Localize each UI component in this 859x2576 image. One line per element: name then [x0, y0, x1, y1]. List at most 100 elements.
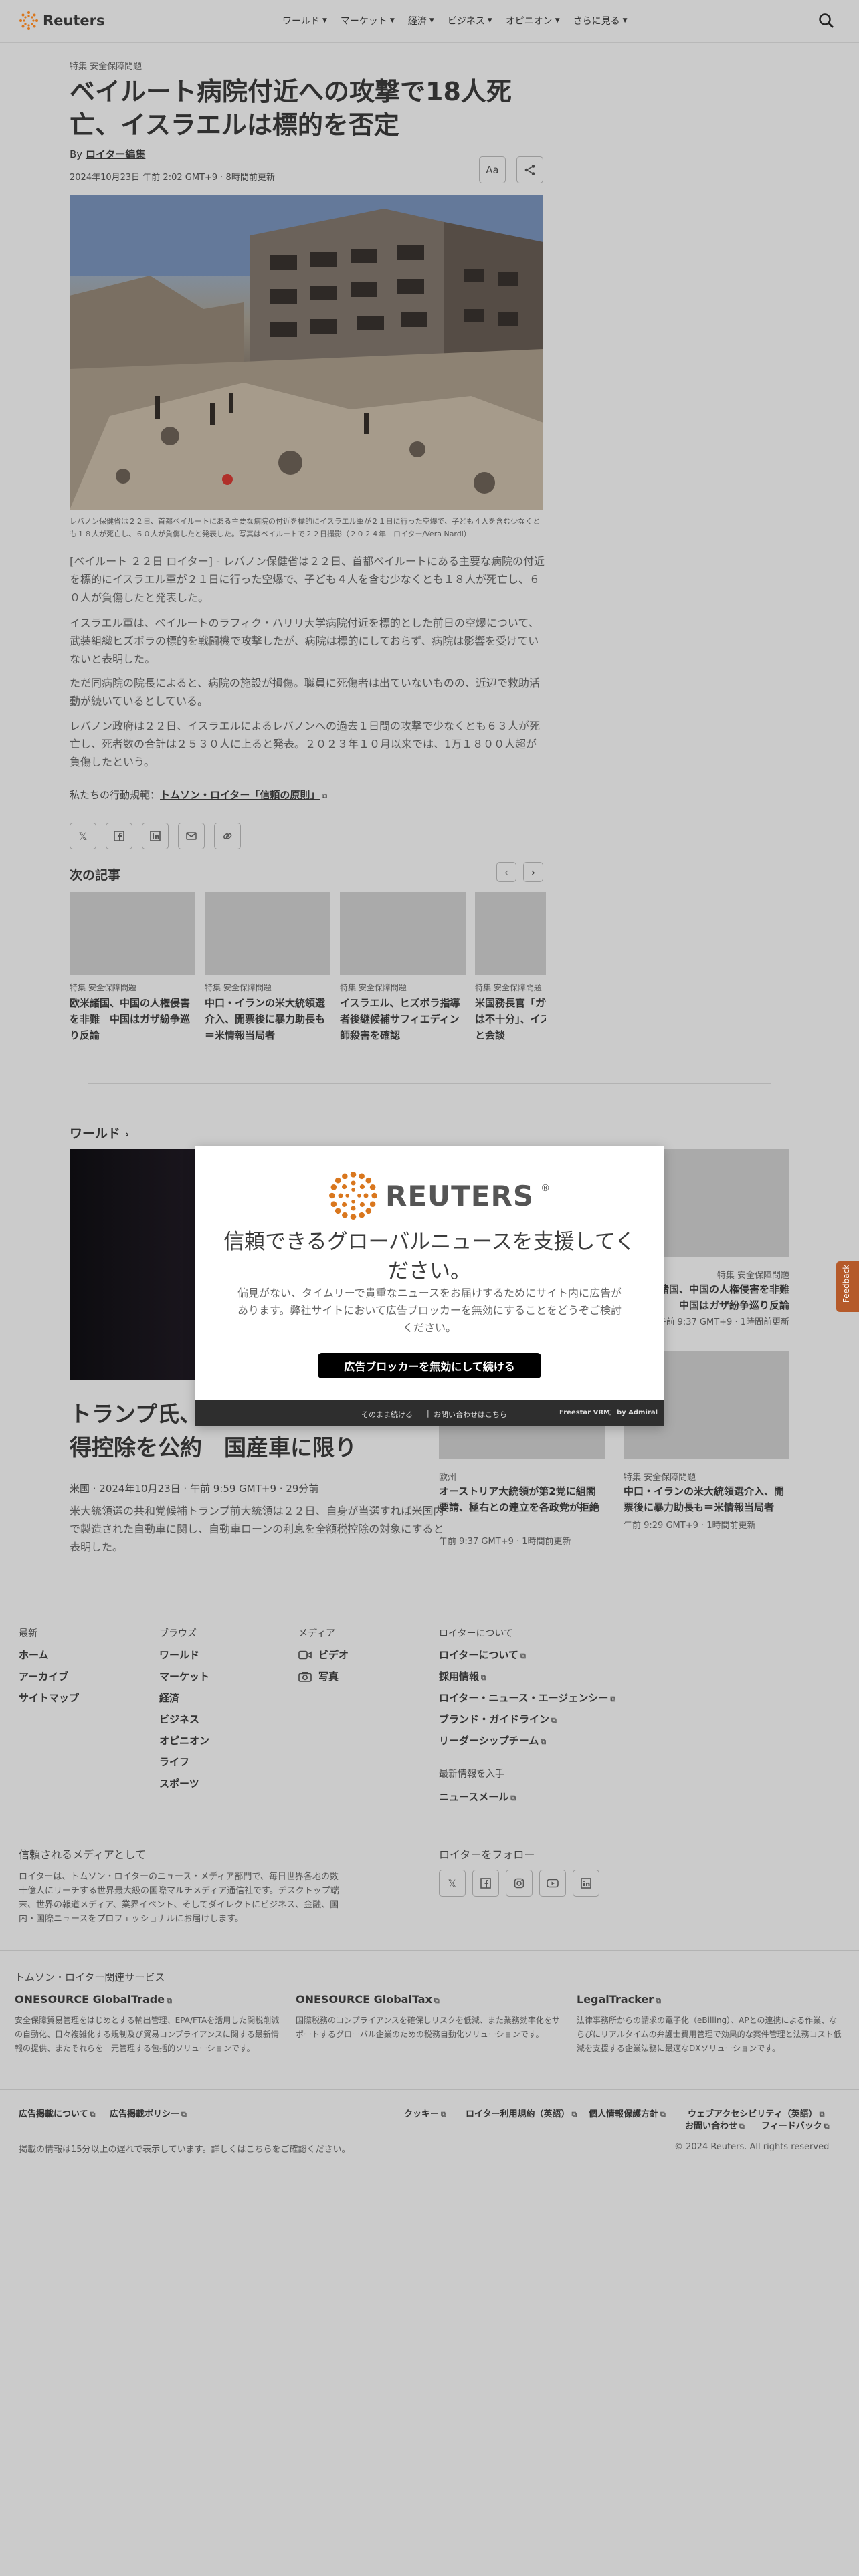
nav-item-opinion[interactable]: オピニオン ▼: [506, 14, 560, 27]
bottom-link[interactable]: ロイター利用規約（英語） ⧉: [466, 2107, 577, 2119]
footer-link[interactable]: 経済: [159, 1691, 179, 1705]
nav-item-more[interactable]: さらに見る ▼: [573, 14, 628, 27]
lead-story-meta: 米国 · 2024年10月23日 · 午前 9:59 GMT+9 · 29分前: [70, 1483, 319, 1495]
story-thumbnail: [340, 892, 466, 975]
footer-link[interactable]: ライフ: [159, 1755, 189, 1769]
disable-adblock-button[interactable]: 広告ブロッカーを無効にして続ける: [318, 1353, 541, 1378]
story-card[interactable]: 特集 安全保障問題 米国務長官「ガザ人道支援は不十分」、イスラエル首相と会談: [475, 892, 546, 1043]
footer-heading-about: ロイターについて: [439, 1628, 514, 1639]
trusted-title: 信頼されるメディアとして: [19, 1848, 147, 1861]
side-story-title[interactable]: 中口・イランの米大統領選介入、開票後に暴力助長も＝米情報当局者: [624, 1483, 789, 1515]
reuters-logo[interactable]: Reuters: [19, 11, 105, 31]
share-x-button[interactable]: 𝕏: [70, 823, 96, 849]
newsletter-link[interactable]: ニュースメール ⧉: [439, 1790, 516, 1804]
follow-linkedin-button[interactable]: [573, 1870, 599, 1897]
nav-item-business[interactable]: ビジネス ▼: [448, 14, 492, 27]
footer-link[interactable]: ロイター・ニュース・エージェンシー ⧉: [439, 1691, 615, 1705]
modal-brand: REUTERS: [385, 1179, 535, 1212]
story-card[interactable]: 特集 安全保障問題 中口・イランの米大統領選介入、開票後に暴力助長も＝米情報当局…: [205, 892, 330, 1043]
footer-link[interactable]: ビジネス: [159, 1712, 199, 1726]
bottom-link[interactable]: 広告掲載について ⧉: [19, 2107, 95, 2119]
share-linkedin-button[interactable]: [142, 823, 169, 849]
story-thumbnail: [70, 892, 195, 975]
footer-link[interactable]: ロイターについて ⧉: [439, 1648, 526, 1662]
footer-link[interactable]: オピニオン: [159, 1733, 209, 1747]
world-section-label: ワールド: [70, 1126, 121, 1141]
bottom-link[interactable]: お問い合わせ ⧉: [685, 2119, 745, 2131]
follow-facebook-button[interactable]: [472, 1870, 499, 1897]
footer-link-label: 採用情報: [439, 1671, 480, 1683]
bottom-link-label: ウェブアクセシビリティ（英語）: [688, 2109, 818, 2119]
footer-link[interactable]: サイトマップ: [19, 1691, 79, 1705]
modal-heading: 信頼できるグローバルニュースを支援してください。: [223, 1230, 636, 1283]
story-tag: 特集 安全保障問題: [70, 983, 136, 992]
external-link-icon: ⧉: [90, 2110, 96, 2119]
byline-author[interactable]: ロイター編集: [86, 148, 145, 160]
bottom-link[interactable]: フィードバック ⧉: [761, 2119, 830, 2131]
external-link-icon: ⧉: [322, 792, 328, 800]
share-facebook-button[interactable]: [106, 823, 132, 849]
footer-link-label: リーダーシップチーム: [439, 1735, 539, 1747]
feedback-tab[interactable]: Feedback: [836, 1261, 859, 1312]
bottom-link[interactable]: 個人情報保護方針 ⧉: [589, 2107, 666, 2119]
nav-item-world[interactable]: ワールド ▼: [282, 14, 327, 27]
follow-title: ロイターをフォロー: [439, 1848, 535, 1861]
world-section-title[interactable]: ワールド ›: [70, 1123, 129, 1142]
article-headline: ベイルート病院付近への攻撃で18人死亡、イスラエルは標的を否定: [70, 77, 512, 140]
trust-principles-link[interactable]: トムソン・ロイター「信頼の原則」: [160, 789, 320, 801]
external-link-icon: ⧉: [571, 2110, 577, 2119]
footer-link[interactable]: 採用情報 ⧉: [439, 1669, 486, 1683]
chevron-down-icon: ▼: [389, 17, 395, 24]
footer-link[interactable]: ホーム: [19, 1648, 49, 1662]
footer-link[interactable]: スポーツ: [159, 1776, 199, 1790]
related-service-title[interactable]: ONESOURCE GlobalTrade ⧉: [15, 1993, 172, 2006]
story-tag: 特集 安全保障問題: [205, 983, 272, 992]
external-link-icon: ⧉: [181, 2110, 187, 2119]
story-card[interactable]: 特集 安全保障問題 イスラエル、ヒズボラ指導者後継候補サフィエディン師殺害を確認: [340, 892, 466, 1043]
nav-label: さらに見る: [573, 16, 620, 27]
carousel-next-button[interactable]: ›: [523, 862, 543, 882]
nav-item-markets[interactable]: マーケット ▼: [341, 14, 395, 27]
nav-item-economy[interactable]: 経済 ▼: [408, 14, 434, 27]
carousel-prev-button[interactable]: ‹: [496, 862, 516, 882]
follow-youtube-button[interactable]: [539, 1870, 566, 1897]
footer-link-label: ビデオ: [318, 1649, 349, 1661]
modal-footer: そのまま続ける | お問い合わせはこちら Freestar VRM ▯ by A…: [195, 1400, 664, 1426]
external-link-icon: ⧉: [660, 2110, 666, 2119]
story-tag: 特集 安全保障問題: [475, 983, 542, 992]
footer-link[interactable]: ワールド: [159, 1648, 199, 1662]
side-story-tag: 欧州: [439, 1473, 457, 1483]
copy-link-button[interactable]: [214, 823, 241, 849]
footer-link[interactable]: アーカイブ: [19, 1669, 68, 1683]
main-nav: ワールド ▼ マーケット ▼ 経済 ▼ ビジネス ▼ オピニオン ▼ さらに見る ▼: [282, 14, 641, 27]
article-kicker[interactable]: 特集 安全保障問題: [70, 59, 142, 72]
bottom-link[interactable]: ウェブアクセシビリティ（英語） ⧉: [688, 2107, 824, 2119]
footer-link-photo[interactable]: 写真: [298, 1669, 339, 1683]
nav-label: オピニオン: [505, 16, 553, 27]
related-service-title[interactable]: LegalTracker ⧉: [577, 1993, 661, 2006]
contact-link[interactable]: お問い合わせはこちら: [434, 1409, 507, 1420]
bottom-link-label: ロイター利用規約（英語）: [466, 2109, 570, 2119]
story-tag: 特集 安全保障問題: [340, 983, 407, 992]
next-stories-title: 次の記事: [70, 868, 121, 883]
follow-x-button[interactable]: 𝕏: [439, 1870, 466, 1897]
footer-link[interactable]: マーケット: [159, 1669, 209, 1683]
continue-without-link[interactable]: そのまま続ける: [361, 1409, 413, 1420]
footer-link-video[interactable]: ビデオ: [298, 1648, 349, 1662]
related-service-title[interactable]: ONESOURCE GlobalTax ⧉: [296, 1993, 440, 2006]
bottom-link[interactable]: 広告掲載ポリシー ⧉: [110, 2107, 187, 2119]
footer-link[interactable]: リーダーシップチーム ⧉: [439, 1733, 546, 1747]
share-email-button[interactable]: [178, 823, 205, 849]
bottom-link[interactable]: クッキー ⧉: [404, 2107, 446, 2119]
search-button[interactable]: [818, 12, 835, 29]
external-link-icon: ⧉: [434, 1996, 440, 2005]
share-button[interactable]: [516, 156, 543, 183]
article-paragraph: レバノン政府は２２日、イスラエルによるレバノンへの過去１日間の攻撃で少なくとも６…: [70, 720, 541, 768]
follow-instagram-button[interactable]: [506, 1870, 533, 1897]
footer-link[interactable]: ブランド・ガイドライン ⧉: [439, 1712, 557, 1726]
side-story-title[interactable]: オーストリア大統領が第2党に組閣要請、極右との連立を各政党が拒絶: [439, 1483, 605, 1515]
font-size-button[interactable]: Aa: [479, 156, 506, 183]
related-service-desc: 安全保障貿易管理をはじめとする輸出管理、EPA/FTAを活用した関税削減の自動化…: [15, 2016, 280, 2053]
bottom-link-label: 広告掲載について: [19, 2109, 88, 2119]
story-card[interactable]: 特集 安全保障問題 欧米諸国、中国の人権侵害を非難 中国はガザ紛争巡り反論: [70, 892, 195, 1043]
